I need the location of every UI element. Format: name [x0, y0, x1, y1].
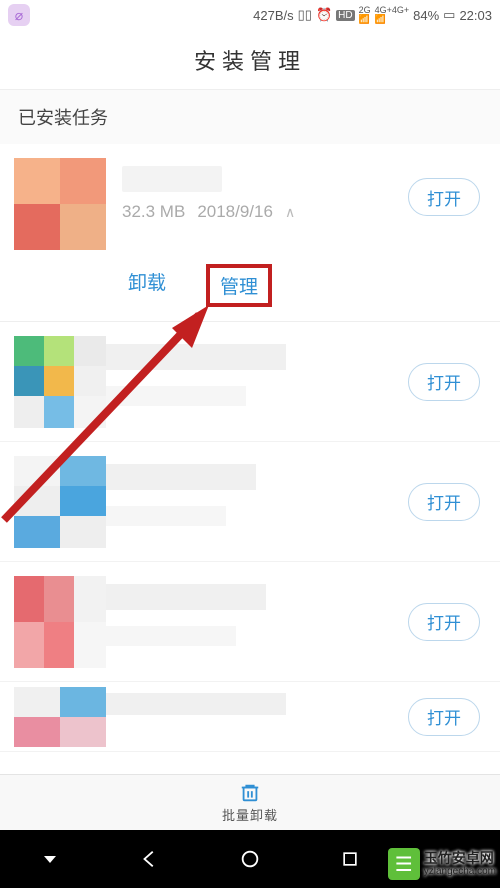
app-actions: 卸载 管理 [0, 250, 500, 322]
watermark-cn: 玉竹安卓网 [424, 851, 496, 866]
uninstall-link[interactable]: 卸载 [128, 268, 166, 303]
clock: 22:03 [459, 8, 492, 23]
open-button[interactable]: 打开 [408, 603, 480, 641]
alarm-icon: ⏰ [316, 7, 332, 23]
app-info-redacted [106, 576, 408, 668]
app-icon [14, 456, 106, 548]
app-size: 32.3 MB [122, 202, 185, 222]
app-info: 32.3 MB 2018/9/16 ∧ [106, 158, 408, 222]
app-info-redacted [106, 687, 408, 747]
app-row[interactable]: 打开 [0, 562, 500, 682]
app-meta: 32.3 MB 2018/9/16 ∧ [122, 202, 408, 222]
open-button[interactable]: 打开 [408, 178, 480, 216]
open-button[interactable]: 打开 [408, 698, 480, 736]
watermark-en: yzlangecha.com [424, 866, 496, 877]
status-right: 427B/s ▯▯ ⏰ HD 2G📶 4G+4G+📶 84% ▭ 22:03 [253, 6, 492, 24]
chevron-up-icon[interactable]: ∧ [285, 204, 295, 221]
app-row[interactable]: 打开 [0, 682, 500, 752]
status-bar: ⌀ 427B/s ▯▯ ⏰ HD 2G📶 4G+4G+📶 84% ▭ 22:03 [0, 0, 500, 30]
app-icon [14, 336, 106, 428]
network-speed: 427B/s [253, 8, 293, 23]
battery-pct: 84% [413, 8, 439, 23]
nav-back-icon[interactable] [136, 845, 164, 873]
trash-icon [239, 782, 261, 804]
vibrate-icon: ▯▯ [298, 7, 312, 23]
app-name-redacted [122, 166, 222, 192]
app-icon [14, 158, 106, 250]
page-title: 安装管理 [0, 30, 500, 90]
watermark: ☰ 玉竹安卓网 yzlangecha.com [388, 848, 496, 880]
signal-2g: 2G📶 [359, 6, 371, 24]
batch-uninstall-bar[interactable]: 批量卸载 [0, 774, 500, 830]
open-button[interactable]: 打开 [408, 363, 480, 401]
nav-hide-icon[interactable] [36, 845, 64, 873]
battery-icon: ▭ [443, 7, 455, 23]
app-icon [14, 687, 106, 747]
nav-recent-icon[interactable] [336, 845, 364, 873]
batch-uninstall-label: 批量卸载 [222, 805, 278, 824]
watermark-logo-icon: ☰ [388, 848, 420, 880]
app-row-expanded[interactable]: 32.3 MB 2018/9/16 ∧ 打开 [0, 144, 500, 250]
app-icon [14, 576, 106, 668]
app-row[interactable]: 打开 [0, 322, 500, 442]
signal-4g: 4G+4G+📶 [375, 6, 410, 24]
open-button[interactable]: 打开 [408, 483, 480, 521]
notification-icon: ⌀ [8, 4, 30, 26]
app-row[interactable]: 打开 [0, 442, 500, 562]
manage-link[interactable]: 管理 [206, 264, 272, 307]
section-header-installed: 已安装任务 [0, 90, 500, 144]
app-info-redacted [106, 456, 408, 548]
nav-home-icon[interactable] [236, 845, 264, 873]
status-left: ⌀ [8, 4, 30, 26]
hd-badge: HD [336, 10, 354, 21]
app-info-redacted [106, 336, 408, 428]
app-date: 2018/9/16 [197, 202, 273, 222]
